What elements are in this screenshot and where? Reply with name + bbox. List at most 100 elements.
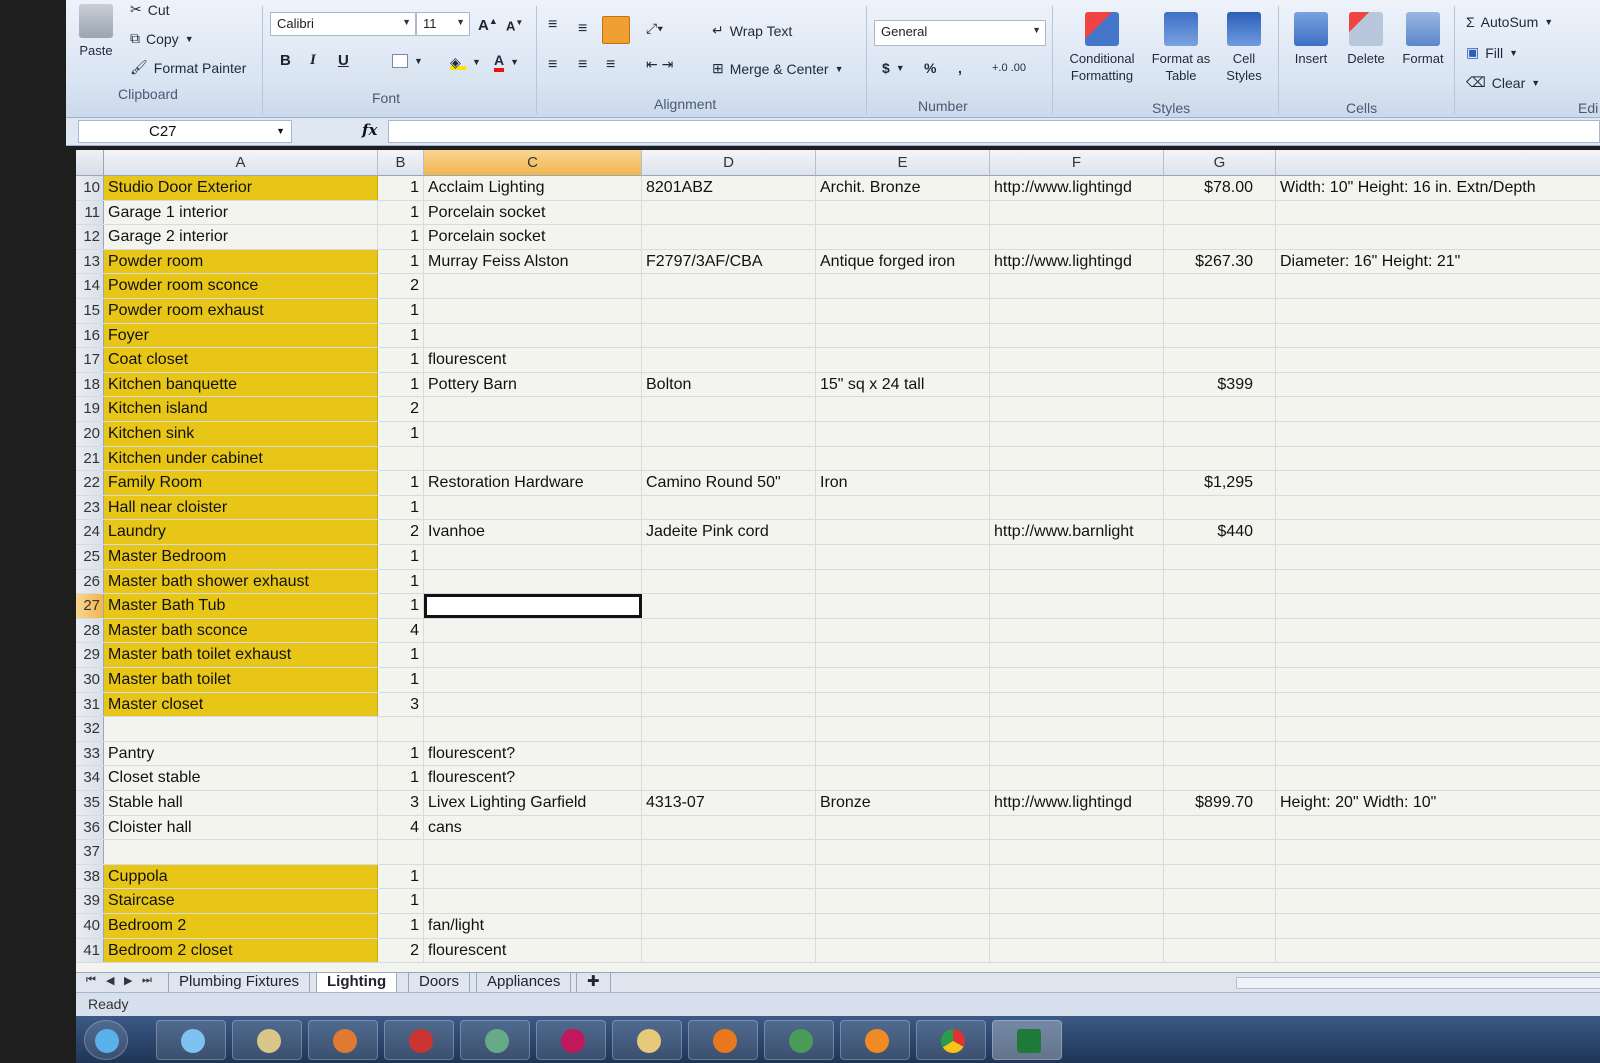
cell-g[interactable] xyxy=(1164,323,1276,348)
orientation-icon[interactable]: ⤢▾ xyxy=(646,20,663,37)
cell-d[interactable] xyxy=(642,668,816,692)
cell-h[interactable] xyxy=(1276,594,1600,618)
cell-c[interactable] xyxy=(424,495,642,520)
cell-e[interactable]: Bronze xyxy=(816,791,990,815)
cell-g[interactable] xyxy=(1164,889,1276,913)
cell-e[interactable] xyxy=(816,323,990,348)
cell-h[interactable] xyxy=(1276,693,1600,717)
column-header-a[interactable]: A xyxy=(104,150,378,176)
cell-a[interactable]: Master Bath Tub xyxy=(104,594,378,618)
cell-h[interactable] xyxy=(1276,201,1600,225)
cell-c[interactable] xyxy=(424,643,642,667)
cell-f[interactable] xyxy=(990,397,1164,421)
cell-d[interactable] xyxy=(642,864,816,889)
cell-a[interactable]: Cloister hall xyxy=(104,815,378,840)
cell-h[interactable] xyxy=(1276,939,1600,963)
cell-h[interactable] xyxy=(1276,619,1600,643)
cell-a[interactable]: Family Room xyxy=(104,471,378,495)
cell-f[interactable] xyxy=(990,840,1164,864)
cell-b[interactable]: 2 xyxy=(378,520,424,544)
taskbar-app-chrome[interactable] xyxy=(916,1020,986,1060)
bottom-align-icon[interactable] xyxy=(602,16,630,44)
cell-f[interactable]: http://www.lightingd xyxy=(990,249,1164,274)
cell-f[interactable] xyxy=(990,594,1164,618)
cell-b[interactable]: 4 xyxy=(378,815,424,840)
cell-g[interactable] xyxy=(1164,274,1276,298)
taskbar-app-media[interactable] xyxy=(308,1020,378,1060)
top-align-icon[interactable]: ≡ xyxy=(548,16,557,34)
row-header[interactable]: 14 xyxy=(76,274,104,298)
cell-g[interactable]: $78.00 xyxy=(1164,176,1276,200)
cell-a[interactable]: Master Bedroom xyxy=(104,545,378,569)
format-button[interactable]: Format xyxy=(1396,12,1450,67)
row-header[interactable]: 36 xyxy=(76,815,104,840)
taskbar-app-browser[interactable] xyxy=(156,1020,226,1060)
row-header[interactable]: 15 xyxy=(76,299,104,323)
cell-h[interactable]: Height: 20" Width: 10" xyxy=(1276,791,1600,815)
cell-h[interactable] xyxy=(1276,742,1600,766)
cell-e[interactable] xyxy=(816,200,990,225)
cell-a[interactable]: Bedroom 2 xyxy=(104,914,378,938)
cell-g[interactable] xyxy=(1164,446,1276,471)
cell-d[interactable] xyxy=(642,569,816,594)
cell-h[interactable] xyxy=(1276,397,1600,421)
cell-b[interactable]: 3 xyxy=(378,791,424,815)
cell-h[interactable]: Width: 10" Height: 16 in. Extn/Depth xyxy=(1276,176,1600,200)
cell-e[interactable] xyxy=(816,348,990,372)
cell-c[interactable]: cans xyxy=(424,815,642,840)
cell-c[interactable]: Murray Feiss Alston xyxy=(424,249,642,274)
cell-b[interactable]: 1 xyxy=(378,889,424,913)
currency-button[interactable]: $ ▼ xyxy=(882,60,905,76)
row-header[interactable]: 12 xyxy=(76,225,104,249)
grow-font-icon[interactable]: A▲ xyxy=(478,16,498,34)
wrap-text-button[interactable]: ↵ Wrap Text xyxy=(712,22,792,39)
cell-f[interactable] xyxy=(990,471,1164,495)
font-size-select[interactable]: 11 ▼ xyxy=(416,12,470,36)
cell-h[interactable] xyxy=(1276,324,1600,348)
cell-h[interactable] xyxy=(1276,471,1600,495)
cell-c[interactable] xyxy=(424,422,642,446)
cell-e[interactable] xyxy=(816,618,990,643)
cell-a[interactable]: Kitchen under cabinet xyxy=(104,446,378,471)
row-header[interactable]: 39 xyxy=(76,889,104,913)
cell-e[interactable] xyxy=(816,274,990,298)
cell-f[interactable] xyxy=(990,889,1164,913)
cell-b[interactable]: 1 xyxy=(378,176,424,200)
cell-g[interactable] xyxy=(1164,840,1276,864)
cell-b[interactable]: 1 xyxy=(378,249,424,274)
cell-f[interactable] xyxy=(990,938,1164,963)
row-header[interactable]: 35 xyxy=(76,791,104,815)
cell-e[interactable] xyxy=(816,643,990,667)
cell-c[interactable] xyxy=(424,397,642,421)
cell-d[interactable]: 4313-07 xyxy=(642,791,816,815)
cell-e[interactable] xyxy=(816,446,990,471)
cell-h[interactable] xyxy=(1276,447,1600,471)
italic-button[interactable]: I xyxy=(310,52,316,69)
cell-a[interactable]: Stable hall xyxy=(104,791,378,815)
cell-b[interactable]: 2 xyxy=(378,274,424,298)
cell-e[interactable] xyxy=(816,545,990,569)
column-header-g[interactable]: G xyxy=(1164,150,1276,176)
row-header[interactable]: 16 xyxy=(76,323,104,348)
cell-d[interactable]: Bolton xyxy=(642,372,816,397)
row-header[interactable]: 40 xyxy=(76,914,104,938)
format-as-table-button[interactable]: Format as Table xyxy=(1148,12,1214,84)
first-sheet-icon[interactable]: ⏮ xyxy=(86,974,96,987)
cell-c[interactable]: Restoration Hardware xyxy=(424,471,642,495)
cell-a[interactable]: Laundry xyxy=(104,520,378,544)
horizontal-scrollbar[interactable] xyxy=(1236,977,1600,989)
cell-d[interactable]: Camino Round 50" xyxy=(642,471,816,495)
cell-a[interactable]: Powder room xyxy=(104,249,378,274)
row-header[interactable]: 17 xyxy=(76,348,104,372)
align-center-icon[interactable]: ≡ xyxy=(578,56,587,74)
cell-e[interactable] xyxy=(816,520,990,544)
taskbar-app-gallery[interactable] xyxy=(764,1020,834,1060)
cell-e[interactable] xyxy=(816,864,990,889)
cell-d[interactable] xyxy=(642,274,816,298)
cell-d[interactable] xyxy=(642,938,816,963)
cell-b[interactable]: 1 xyxy=(378,864,424,889)
cell-b[interactable]: 1 xyxy=(378,225,424,249)
prev-sheet-icon[interactable]: ◀ xyxy=(106,974,114,987)
cell-c[interactable] xyxy=(424,545,642,569)
cell-b[interactable]: 1 xyxy=(378,766,424,790)
